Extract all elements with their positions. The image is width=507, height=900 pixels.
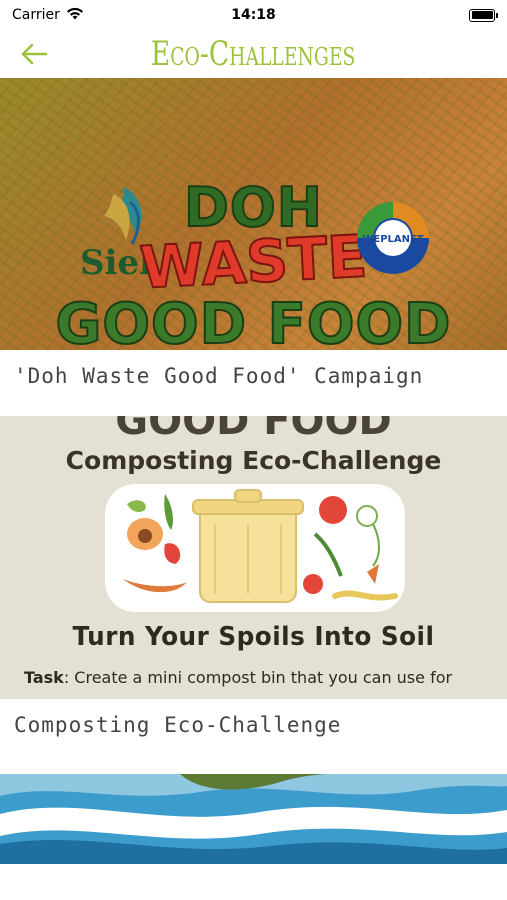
page-title: Eco-Challenges <box>151 34 356 74</box>
challenge-card-doh-waste[interactable]: Siel DOH WASTE GOOD FOOD WEPLANET 'Doh W… <box>0 78 507 402</box>
wifi-icon <box>66 7 84 24</box>
challenge-image-partial <box>0 774 507 864</box>
battery-icon <box>469 8 498 22</box>
challenge-title: 'Doh Waste Good Food' Campaign <box>14 364 424 388</box>
status-bar: Carrier 14:18 <box>0 0 507 30</box>
poster-title: Composting Eco-Challenge <box>65 446 442 475</box>
clock-time: 14:18 <box>231 7 276 23</box>
weplanet-logo: WEPLANET <box>357 202 429 274</box>
challenge-card-partial[interactable] <box>0 774 507 864</box>
poster-task-label: Task <box>24 668 64 687</box>
compost-illustration <box>105 484 405 612</box>
challenge-image-composting: GOOD FOOD Composting Eco-Challenge Turn … <box>0 416 507 699</box>
challenge-image-doh-waste: Siel DOH WASTE GOOD FOOD WEPLANET <box>0 78 507 350</box>
weplanet-logo-text: WEPLANET <box>362 234 424 245</box>
challenge-title: Composting Eco-Challenge <box>14 713 342 737</box>
poster-subtitle: Turn Your Spoils Into Soil <box>72 622 435 652</box>
poster-top-partial: GOOD FOOD <box>115 416 392 444</box>
arrow-left-icon <box>21 43 48 65</box>
poster-task: Task: Create a mini compost bin that you… <box>24 668 504 687</box>
back-button[interactable] <box>16 36 52 72</box>
ocean-illustration <box>0 774 507 864</box>
poster-task-text: : Create a mini compost bin that you can… <box>63 668 453 687</box>
campaign-art-line3: GOOD FOOD <box>54 291 452 350</box>
challenge-title-box: Composting Eco-Challenge <box>0 699 507 774</box>
nav-header: Eco-Challenges <box>0 30 507 78</box>
battery-level <box>471 11 493 19</box>
challenge-list: Siel DOH WASTE GOOD FOOD WEPLANET 'Doh W… <box>0 78 507 864</box>
challenge-card-composting[interactable]: GOOD FOOD Composting Eco-Challenge Turn … <box>0 416 507 774</box>
carrier-label: Carrier <box>12 7 60 23</box>
status-left: Carrier <box>12 7 84 24</box>
